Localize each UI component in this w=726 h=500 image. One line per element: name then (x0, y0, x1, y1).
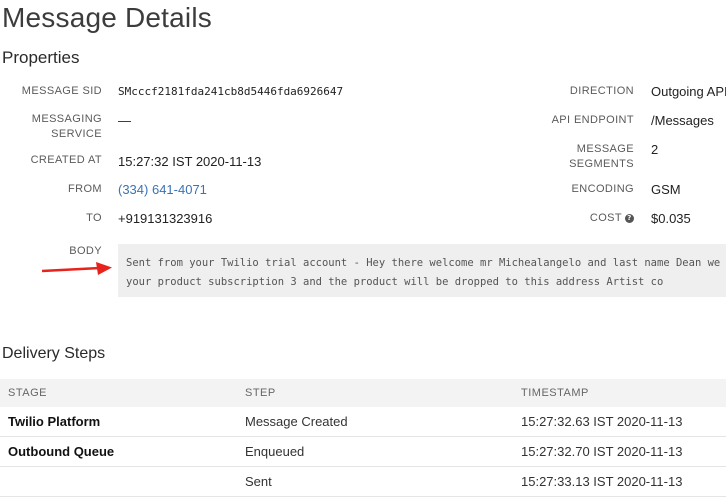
message-segments-label-line1: MESSAGE (576, 143, 634, 155)
stage-cell: Twilio Platform (8, 414, 101, 429)
messaging-service-label-line2: SERVICE (51, 128, 102, 140)
messaging-service-label-line1: MESSAGING (31, 113, 102, 125)
direction-label: DIRECTION (569, 85, 634, 97)
message-body: Sent from your Twilio trial account - He… (118, 244, 726, 297)
messaging-service-label: MESSAGING SERVICE (2, 112, 102, 142)
red-arrow-icon (42, 262, 112, 275)
message-body-line-2: your product subscription 3 and the prod… (126, 276, 664, 288)
to-value: +919131323916 (118, 211, 213, 226)
step-cell: Sent (245, 474, 272, 489)
cost-label-text: COST (589, 212, 622, 224)
properties-title: Properties (2, 48, 80, 67)
stage-cell: Outbound Queue (8, 444, 115, 459)
messaging-service-value: — (118, 113, 131, 128)
direction-value: Outgoing API (651, 84, 726, 99)
message-body-line-1: Sent from your Twilio trial account - He… (126, 257, 726, 269)
from-number-link[interactable]: (334) 641-4071 (118, 182, 207, 198)
column-header-step: STEP (245, 387, 276, 399)
table-row: Outbound Queue Enqueued 15:27:32.70 IST … (0, 437, 726, 467)
from-label: FROM (68, 183, 102, 195)
message-segments-value: 2 (651, 142, 659, 157)
page-title: Message Details (2, 2, 212, 33)
created-at-label: CREATED AT (30, 154, 102, 166)
message-sid-label: MESSAGE SID (21, 85, 102, 97)
table-row: Sent 15:27:33.13 IST 2020-11-13 (0, 467, 726, 497)
timestamp-cell: 15:27:32.63 IST 2020-11-13 (521, 414, 683, 429)
message-sid-value: SMcccf2181fda241cb8d5446fda6926647 (118, 85, 344, 98)
message-segments-label: MESSAGE SEGMENTS (518, 142, 634, 172)
table-row: Twilio Platform Message Created 15:27:32… (0, 407, 726, 437)
delivery-steps-table: STAGE STEP TIMESTAMP Twilio Platform Mes… (0, 379, 726, 497)
info-icon[interactable]: ? (625, 214, 634, 223)
step-cell: Enqueued (245, 444, 305, 459)
created-at-value: 15:27:32 IST 2020-11-13 (118, 154, 262, 169)
timestamp-cell: 15:27:32.70 IST 2020-11-13 (521, 444, 683, 459)
cost-label: COST? (518, 211, 634, 226)
to-label: TO (86, 212, 102, 224)
encoding-label: ENCODING (571, 183, 634, 195)
column-header-timestamp: TIMESTAMP (521, 387, 589, 399)
body-label: BODY (69, 245, 102, 257)
table-header: STAGE STEP TIMESTAMP (0, 379, 726, 407)
timestamp-cell: 15:27:33.13 IST 2020-11-13 (521, 474, 683, 489)
step-cell: Message Created (245, 414, 348, 429)
cost-value: $0.035 (651, 211, 691, 226)
api-endpoint-label: API ENDPOINT (551, 114, 634, 126)
api-endpoint-value: /Messages (651, 113, 714, 128)
message-segments-label-line2: SEGMENTS (569, 158, 634, 170)
encoding-value: GSM (651, 182, 681, 197)
column-header-stage: STAGE (8, 387, 47, 399)
delivery-steps-title: Delivery Steps (2, 345, 106, 362)
